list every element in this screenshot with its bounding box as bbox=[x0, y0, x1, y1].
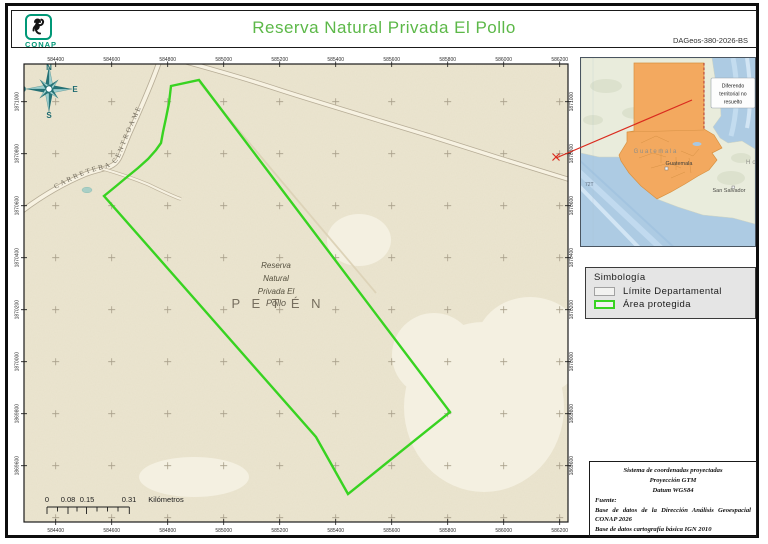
svg-text:584800: 584800 bbox=[159, 528, 176, 534]
svg-text:1869800: 1869800 bbox=[569, 404, 574, 424]
svg-text:0.31: 0.31 bbox=[122, 495, 137, 504]
svg-text:1870600: 1870600 bbox=[569, 196, 574, 216]
svg-text:O: O bbox=[20, 85, 26, 94]
svg-text:0: 0 bbox=[45, 495, 49, 504]
svg-text:E: E bbox=[72, 85, 78, 94]
svg-text:Diferendo: Diferendo bbox=[722, 84, 745, 90]
svg-text:585600: 585600 bbox=[383, 57, 400, 63]
svg-text:585400: 585400 bbox=[327, 57, 344, 63]
svg-text:1870600: 1870600 bbox=[15, 196, 21, 216]
svg-text:584600: 584600 bbox=[103, 528, 120, 534]
svg-text:585800: 585800 bbox=[439, 528, 456, 534]
svg-text:585000: 585000 bbox=[215, 57, 232, 63]
source-line-3: Base de datos cartografía básica IGN 201… bbox=[595, 526, 712, 534]
svg-text:0.15: 0.15 bbox=[80, 495, 95, 504]
source-line-2: CONAP 2026 bbox=[595, 516, 632, 524]
department-boundary-swatch bbox=[594, 287, 615, 296]
svg-text:585000: 585000 bbox=[215, 528, 232, 534]
page-title: Reserva Natural Privada El Pollo bbox=[252, 18, 516, 37]
svg-text:1870400: 1870400 bbox=[569, 248, 574, 268]
svg-text:585600: 585600 bbox=[383, 528, 400, 534]
svg-text:584400: 584400 bbox=[47, 528, 64, 534]
svg-text:1871000: 1871000 bbox=[15, 92, 21, 112]
projection-line: Proyección GTM bbox=[649, 476, 697, 484]
main-map: CARRETERA CENTROAME Reserva Natural Priv… bbox=[15, 57, 575, 534]
conap-logo-text: CONAP bbox=[24, 40, 58, 49]
legend-item-departamental: Límite Departamental bbox=[594, 286, 755, 297]
svg-text:1869800: 1869800 bbox=[15, 404, 21, 424]
inset-map: Diferendo territorial no resuelto G u a … bbox=[580, 57, 756, 247]
utm-zone-label: 72T bbox=[585, 182, 594, 188]
svg-text:1870000: 1870000 bbox=[569, 352, 574, 372]
svg-text:0.08: 0.08 bbox=[61, 495, 76, 504]
crs-line: Sistema de coordenadas proyectadas bbox=[623, 467, 723, 474]
protected-area-swatch bbox=[594, 300, 615, 309]
datum-line: Datum WGS84 bbox=[652, 486, 694, 494]
document-code: DAGeos-380-2026-BS bbox=[672, 36, 748, 45]
svg-text:1870800: 1870800 bbox=[569, 144, 574, 164]
svg-text:1870200: 1870200 bbox=[15, 300, 21, 320]
svg-text:585200: 585200 bbox=[271, 57, 288, 63]
map-sheet: CONAP Reserva Natural Privada El Pollo D… bbox=[0, 0, 768, 544]
san-salvador-label: San Salvador bbox=[712, 188, 745, 194]
country-label: G u a t e m a l a bbox=[634, 149, 677, 155]
pond bbox=[81, 186, 93, 194]
axis-labels-top: 584400 584600 584800 585000 585200 585400 5856… bbox=[47, 57, 568, 63]
inset-lake bbox=[692, 142, 702, 146]
legend-title: Simbología bbox=[594, 272, 646, 283]
svg-text:1869600: 1869600 bbox=[15, 456, 21, 476]
svg-text:S: S bbox=[46, 111, 52, 120]
svg-text:584800: 584800 bbox=[159, 57, 176, 63]
svg-text:Natural: Natural bbox=[263, 274, 289, 283]
svg-text:territorial no: territorial no bbox=[719, 92, 747, 98]
source-line-1: Base de datos de la Dirección Análisis G… bbox=[595, 506, 751, 514]
svg-text:584600: 584600 bbox=[103, 57, 120, 63]
capital-label: Guatemala bbox=[666, 161, 694, 167]
header-bar: CONAP Reserva Natural Privada El Pollo D… bbox=[11, 10, 757, 49]
svg-text:586200: 586200 bbox=[551, 57, 568, 63]
svg-text:1869600: 1869600 bbox=[569, 456, 574, 476]
svg-text:resuelto: resuelto bbox=[724, 100, 743, 106]
svg-text:1871000: 1871000 bbox=[569, 92, 574, 112]
source-heading: Fuente: bbox=[595, 496, 617, 504]
svg-text:P E T É N: P E T É N bbox=[231, 296, 324, 311]
svg-text:586200: 586200 bbox=[551, 528, 568, 534]
axis-labels-left: 1871000 1870800 1870600 1870400 1870200 18700… bbox=[15, 92, 21, 476]
legend: Simbología Límite Departamental Área pro… bbox=[585, 267, 756, 319]
svg-text:Reserva: Reserva bbox=[261, 261, 291, 270]
honduras-label: Ho bbox=[746, 160, 756, 166]
svg-text:Kilómetros: Kilómetros bbox=[148, 495, 184, 504]
axis-labels-right: 1871000 1870800 1870600 1870400 1870200 18700… bbox=[569, 92, 574, 476]
svg-text:586000: 586000 bbox=[495, 528, 512, 534]
svg-text:585400: 585400 bbox=[327, 528, 344, 534]
svg-text:585200: 585200 bbox=[271, 528, 288, 534]
svg-text:585800: 585800 bbox=[439, 57, 456, 63]
svg-text:1870200: 1870200 bbox=[569, 300, 574, 320]
svg-text:1870000: 1870000 bbox=[15, 352, 21, 372]
credits-box: Sistema de coordenadas proyectadas Proye… bbox=[589, 461, 757, 537]
svg-text:584400: 584400 bbox=[47, 57, 64, 63]
axis-labels-bottom: 584400 584600 584800 585000 585200 585400 5856… bbox=[47, 528, 568, 534]
svg-text:1870400: 1870400 bbox=[15, 248, 21, 268]
legend-item-area-protegida: Área protegida bbox=[594, 299, 755, 310]
svg-text:586000: 586000 bbox=[495, 57, 512, 63]
map-canvas: CARRETERA CENTROAME Reserva Natural Priv… bbox=[20, 64, 568, 522]
svg-text:1870800: 1870800 bbox=[15, 144, 21, 164]
svg-text:Privada El: Privada El bbox=[258, 287, 295, 296]
city-marker bbox=[664, 166, 669, 171]
